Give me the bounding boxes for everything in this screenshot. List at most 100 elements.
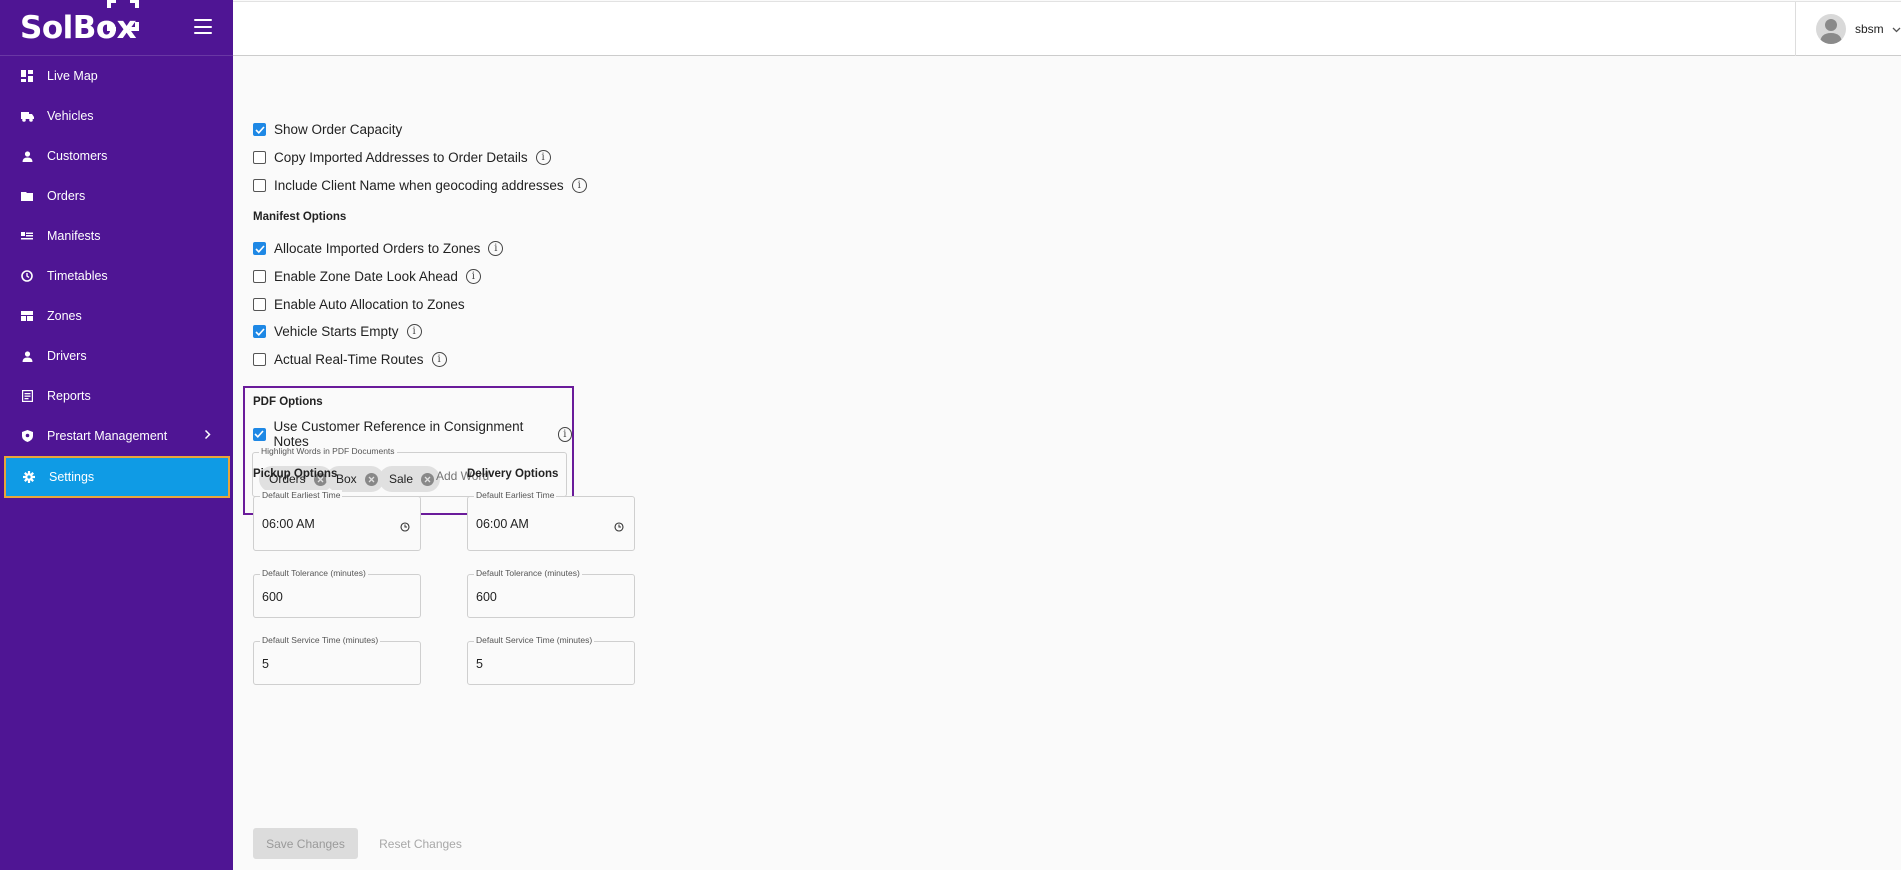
gear-icon [22,470,36,484]
option-label: Include Client Name when geocoding addre… [274,178,564,193]
option-label: Enable Auto Allocation to Zones [274,297,465,312]
chip-label: Box [336,472,357,486]
field-label: Default Earliest Time [474,490,557,500]
sidebar-item-customers[interactable]: Customers [0,136,233,176]
field-label: Default Service Time (minutes) [260,635,381,645]
checkbox-show-order-capacity[interactable] [253,123,266,136]
sidebar-item-settings[interactable]: Settings [4,456,230,498]
option-show-order-capacity: Show Order Capacity [253,122,402,137]
info-icon[interactable]: i [535,150,551,165]
settings-content: Show Order Capacity Copy Imported Addres… [233,57,1901,870]
sidebar-item-label: Drivers [47,349,87,363]
pickup-tolerance-field[interactable]: Default Tolerance (minutes) 600 [253,568,421,618]
menu-toggle-icon[interactable] [194,19,212,34]
option-vehicle-starts-empty: Vehicle Starts Empty i [253,324,422,339]
sidebar-item-zones[interactable]: Zones [0,296,233,336]
option-label: Actual Real-Time Routes [274,352,424,367]
solbox-logo[interactable]: SolBox [20,0,140,46]
info-icon[interactable]: i [406,324,422,339]
checkbox-use-customer-reference[interactable] [253,427,266,441]
word-chip: Sale [379,466,441,492]
field-value: 600 [262,590,283,604]
sidebar-item-live-map[interactable]: Live Map [0,56,233,96]
chevron-right-icon [204,429,211,443]
sidebar-item-label: Orders [47,189,86,203]
checkbox-actual-real-time-routes[interactable] [253,353,266,366]
grid-icon [20,309,34,323]
delivery-options-title: Delivery Options [467,468,559,480]
option-enable-zone-date-look-ahead: Enable Zone Date Look Ahead i [253,269,481,284]
sidebar-item-orders[interactable]: Orders [0,176,233,216]
field-label: Default Earliest Time [260,490,343,500]
option-label: Show Order Capacity [274,122,403,137]
option-allocate-imported-orders: Allocate Imported Orders to Zones i [253,241,504,256]
sidebar-item-label: Timetables [47,269,108,283]
checkbox-enable-zone-date-look-ahead[interactable] [253,270,266,283]
checkbox-include-client-name[interactable] [253,179,266,192]
remove-chip-icon[interactable] [364,472,378,486]
checkbox-copy-imported-addresses[interactable] [253,151,266,164]
pickup-service-time-field[interactable]: Default Service Time (minutes) 5 [253,635,421,685]
option-use-customer-reference: Use Customer Reference in Consignment No… [253,419,572,449]
sidebar-item-timetables[interactable]: Timetables [0,256,233,296]
checkbox-allocate-imported-orders[interactable] [253,242,266,255]
pickup-earliest-time-field[interactable]: Default Earliest Time 06:00 AM [253,490,421,551]
field-value: 5 [476,657,483,671]
option-label: Use Customer Reference in Consignment No… [273,419,524,449]
field-value: 06:00 AM [476,517,529,531]
sidebar-item-vehicles[interactable]: Vehicles [0,96,233,136]
field-label: Default Tolerance (minutes) [260,568,368,578]
info-icon[interactable]: i [465,269,481,284]
person-icon [20,149,34,163]
logo-bracket-icon [107,0,140,31]
clock-icon[interactable] [614,519,624,537]
highlight-words-label: Highlight Words in PDF Documents [259,446,397,456]
sidebar: SolBox Live Map Vehicles Customers Order… [0,0,233,870]
chip-label: Sale [389,472,414,486]
delivery-earliest-time-field[interactable]: Default Earliest Time 06:00 AM [467,490,635,551]
delivery-tolerance-field[interactable]: Default Tolerance (minutes) 600 [467,568,635,618]
pdf-options-title: PDF Options [253,396,323,408]
dashboard-icon [20,69,34,83]
checkbox-enable-auto-allocation[interactable] [253,298,266,311]
truck-icon [20,109,34,123]
sidebar-item-label: Live Map [47,69,98,83]
option-actual-real-time-routes: Actual Real-Time Routes i [253,352,447,367]
checkbox-vehicle-starts-empty[interactable] [253,325,266,338]
manifest-options-title: Manifest Options [253,211,347,223]
save-changes-button[interactable]: Save Changes [253,828,358,859]
delivery-service-time-field[interactable]: Default Service Time (minutes) 5 [467,635,635,685]
option-label: Vehicle Starts Empty [274,324,399,339]
user-menu[interactable]: sbsm [1795,2,1901,56]
field-value: 06:00 AM [262,517,315,531]
sidebar-item-label: Prestart Management [47,429,168,443]
sidebar-nav: Live Map Vehicles Customers Orders Manif… [0,56,233,498]
sidebar-item-reports[interactable]: Reports [0,376,233,416]
username: sbsm [1855,22,1884,36]
sidebar-item-manifests[interactable]: Manifests [0,216,233,256]
chevron-down-icon [1892,20,1901,38]
sidebar-item-prestart-management[interactable]: Prestart Management [0,416,233,456]
avatar [1816,14,1846,44]
sidebar-item-drivers[interactable]: Drivers [0,336,233,376]
sidebar-item-label: Zones [47,309,82,323]
shield-icon [20,429,34,443]
option-label: Allocate Imported Orders to Zones [274,241,481,256]
pickup-options-title: Pickup Options [253,468,338,480]
info-icon[interactable]: i [557,426,572,442]
top-bar: sbsm [233,1,1901,56]
info-icon[interactable]: i [431,352,447,367]
reset-changes-button[interactable]: Reset Changes [368,828,473,859]
option-include-client-name: Include Client Name when geocoding addre… [253,178,587,193]
info-icon[interactable]: i [571,178,587,193]
brand: SolBox [0,0,233,56]
list-icon [20,229,34,243]
clock-icon [20,269,34,283]
field-value: 5 [262,657,269,671]
sidebar-item-label: Settings [49,470,95,484]
field-label: Default Tolerance (minutes) [474,568,582,578]
remove-chip-icon[interactable] [421,472,435,486]
clock-icon[interactable] [400,519,410,537]
info-icon[interactable]: i [488,241,504,256]
option-copy-imported-addresses: Copy Imported Addresses to Order Details… [253,150,551,165]
